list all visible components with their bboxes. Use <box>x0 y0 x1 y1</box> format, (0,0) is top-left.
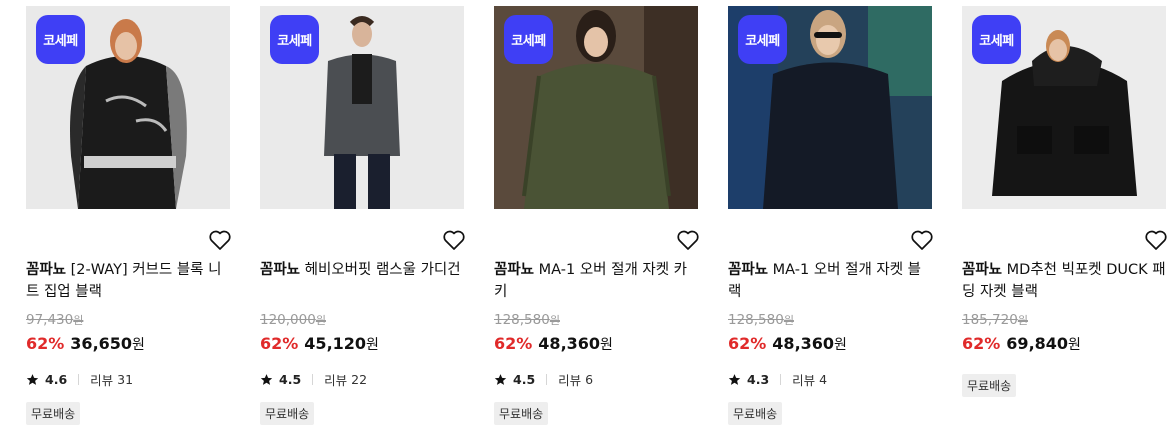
free-shipping-tag: 무료배송 <box>962 374 1017 397</box>
star-icon <box>260 373 273 385</box>
free-shipping-tag: 무료배송 <box>494 402 549 425</box>
product-image[interactable]: 코세페 <box>26 6 230 209</box>
like-row <box>962 209 1168 251</box>
product-image[interactable]: 코세페 <box>728 6 932 209</box>
star-icon <box>26 373 39 385</box>
like-row <box>260 209 466 251</box>
heart-icon[interactable] <box>442 229 466 251</box>
promo-badge: 코세페 <box>504 15 553 64</box>
rating-row: 4.3 리뷰 4 <box>728 370 932 388</box>
sale-price: 48,360원 <box>772 334 847 353</box>
review-label: 리뷰 <box>558 372 582 388</box>
rating-row: 4.5 리뷰 6 <box>494 370 698 388</box>
star-icon <box>494 373 507 385</box>
original-price: 185,720원 <box>962 312 1028 328</box>
brand-name: 꼼파뇨 <box>494 262 535 278</box>
product-title[interactable]: 꼼파뇨 MA-1 오버 절개 자켓 블랙 <box>728 259 932 303</box>
review-count: 6 <box>585 371 594 387</box>
free-shipping-tag: 무료배송 <box>728 402 783 425</box>
rating-row: 4.5 리뷰 22 <box>260 370 464 388</box>
discount-rate: 62% <box>962 334 1001 353</box>
original-price: 128,580원 <box>728 312 794 328</box>
review-count: 4 <box>819 371 828 387</box>
free-shipping-tag: 무료배송 <box>260 402 315 425</box>
heart-icon[interactable] <box>208 229 232 251</box>
heart-icon[interactable] <box>1144 229 1168 251</box>
heart-icon[interactable] <box>910 229 934 251</box>
star-icon <box>728 373 741 385</box>
price-row: 62% 48,360원 <box>728 334 932 358</box>
discount-rate: 62% <box>26 334 65 353</box>
product-title[interactable]: 꼼파뇨 [2-WAY] 커브드 블록 니트 집업 블랙 <box>26 259 230 303</box>
rating-value: 4.3 <box>747 371 770 387</box>
discount-rate: 62% <box>494 334 533 353</box>
product-name: 헤비오버핏 램스울 가디건 <box>304 262 461 278</box>
original-price: 120,000원 <box>260 312 326 328</box>
like-row <box>26 209 232 251</box>
product-card[interactable]: 코세페 꼼파뇨 MA-1 오버 절개 자켓 블랙 128,580원 62% 48… <box>728 6 934 425</box>
free-shipping-tag: 무료배송 <box>26 402 81 425</box>
review-label: 리뷰 <box>792 372 816 388</box>
product-image[interactable]: 코세페 <box>494 6 698 209</box>
like-row <box>728 209 934 251</box>
brand-name: 꼼파뇨 <box>962 262 1003 278</box>
product-image[interactable]: 코세페 <box>260 6 464 209</box>
discount-rate: 62% <box>260 334 299 353</box>
divider <box>780 373 782 385</box>
divider <box>312 373 314 385</box>
product-title[interactable]: 꼼파뇨 MA-1 오버 절개 자켓 카키 <box>494 259 698 303</box>
sale-price: 36,650원 <box>70 334 145 353</box>
original-price: 128,580원 <box>494 312 560 328</box>
divider <box>546 373 548 385</box>
review-count: 31 <box>117 371 134 387</box>
promo-badge: 코세페 <box>36 15 85 64</box>
product-image[interactable]: 코세페 <box>962 6 1166 209</box>
price-row: 62% 48,360원 <box>494 334 698 358</box>
rating-row: 4.6 리뷰 31 <box>26 370 230 388</box>
brand-name: 꼼파뇨 <box>260 262 301 278</box>
product-card[interactable]: 코세페 꼼파뇨 MD추천 빅포켓 DUCK 패딩 자켓 블랙 185,720원 … <box>962 6 1168 425</box>
product-card[interactable]: 코세페 꼼파뇨 헤비오버핏 램스울 가디건 120,000원 62% 45,12… <box>260 6 466 425</box>
promo-badge: 코세페 <box>738 15 787 64</box>
like-row <box>494 209 700 251</box>
price-row: 62% 36,650원 <box>26 334 230 358</box>
rating-value: 4.6 <box>45 371 68 387</box>
discount-rate: 62% <box>728 334 767 353</box>
price-row: 62% 45,120원 <box>260 334 464 358</box>
sale-price: 48,360원 <box>538 334 613 353</box>
rating-value: 4.5 <box>279 371 302 387</box>
product-title[interactable]: 꼼파뇨 헤비오버핏 램스울 가디건 <box>260 259 464 303</box>
review-count: 22 <box>351 371 368 387</box>
divider <box>78 373 80 385</box>
review-label: 리뷰 <box>90 372 114 388</box>
price-row: 62% 69,840원 <box>962 334 1166 358</box>
sale-price: 45,120원 <box>304 334 379 353</box>
product-card[interactable]: 코세페 꼼파뇨 [2-WAY] 커브드 블록 니트 집업 블랙 97,430원 … <box>26 6 232 425</box>
sale-price: 69,840원 <box>1006 334 1081 353</box>
rating-value: 4.5 <box>513 371 536 387</box>
product-grid: 코세페 꼼파뇨 [2-WAY] 커브드 블록 니트 집업 블랙 97,430원 … <box>26 6 1168 425</box>
heart-icon[interactable] <box>676 229 700 251</box>
promo-badge: 코세페 <box>270 15 319 64</box>
review-label: 리뷰 <box>324 372 348 388</box>
promo-badge: 코세페 <box>972 15 1021 64</box>
product-title[interactable]: 꼼파뇨 MD추천 빅포켓 DUCK 패딩 자켓 블랙 <box>962 259 1166 303</box>
brand-name: 꼼파뇨 <box>26 262 67 278</box>
brand-name: 꼼파뇨 <box>728 262 769 278</box>
product-card[interactable]: 코세페 꼼파뇨 MA-1 오버 절개 자켓 카키 128,580원 62% 48… <box>494 6 700 425</box>
original-price: 97,430원 <box>26 312 84 328</box>
